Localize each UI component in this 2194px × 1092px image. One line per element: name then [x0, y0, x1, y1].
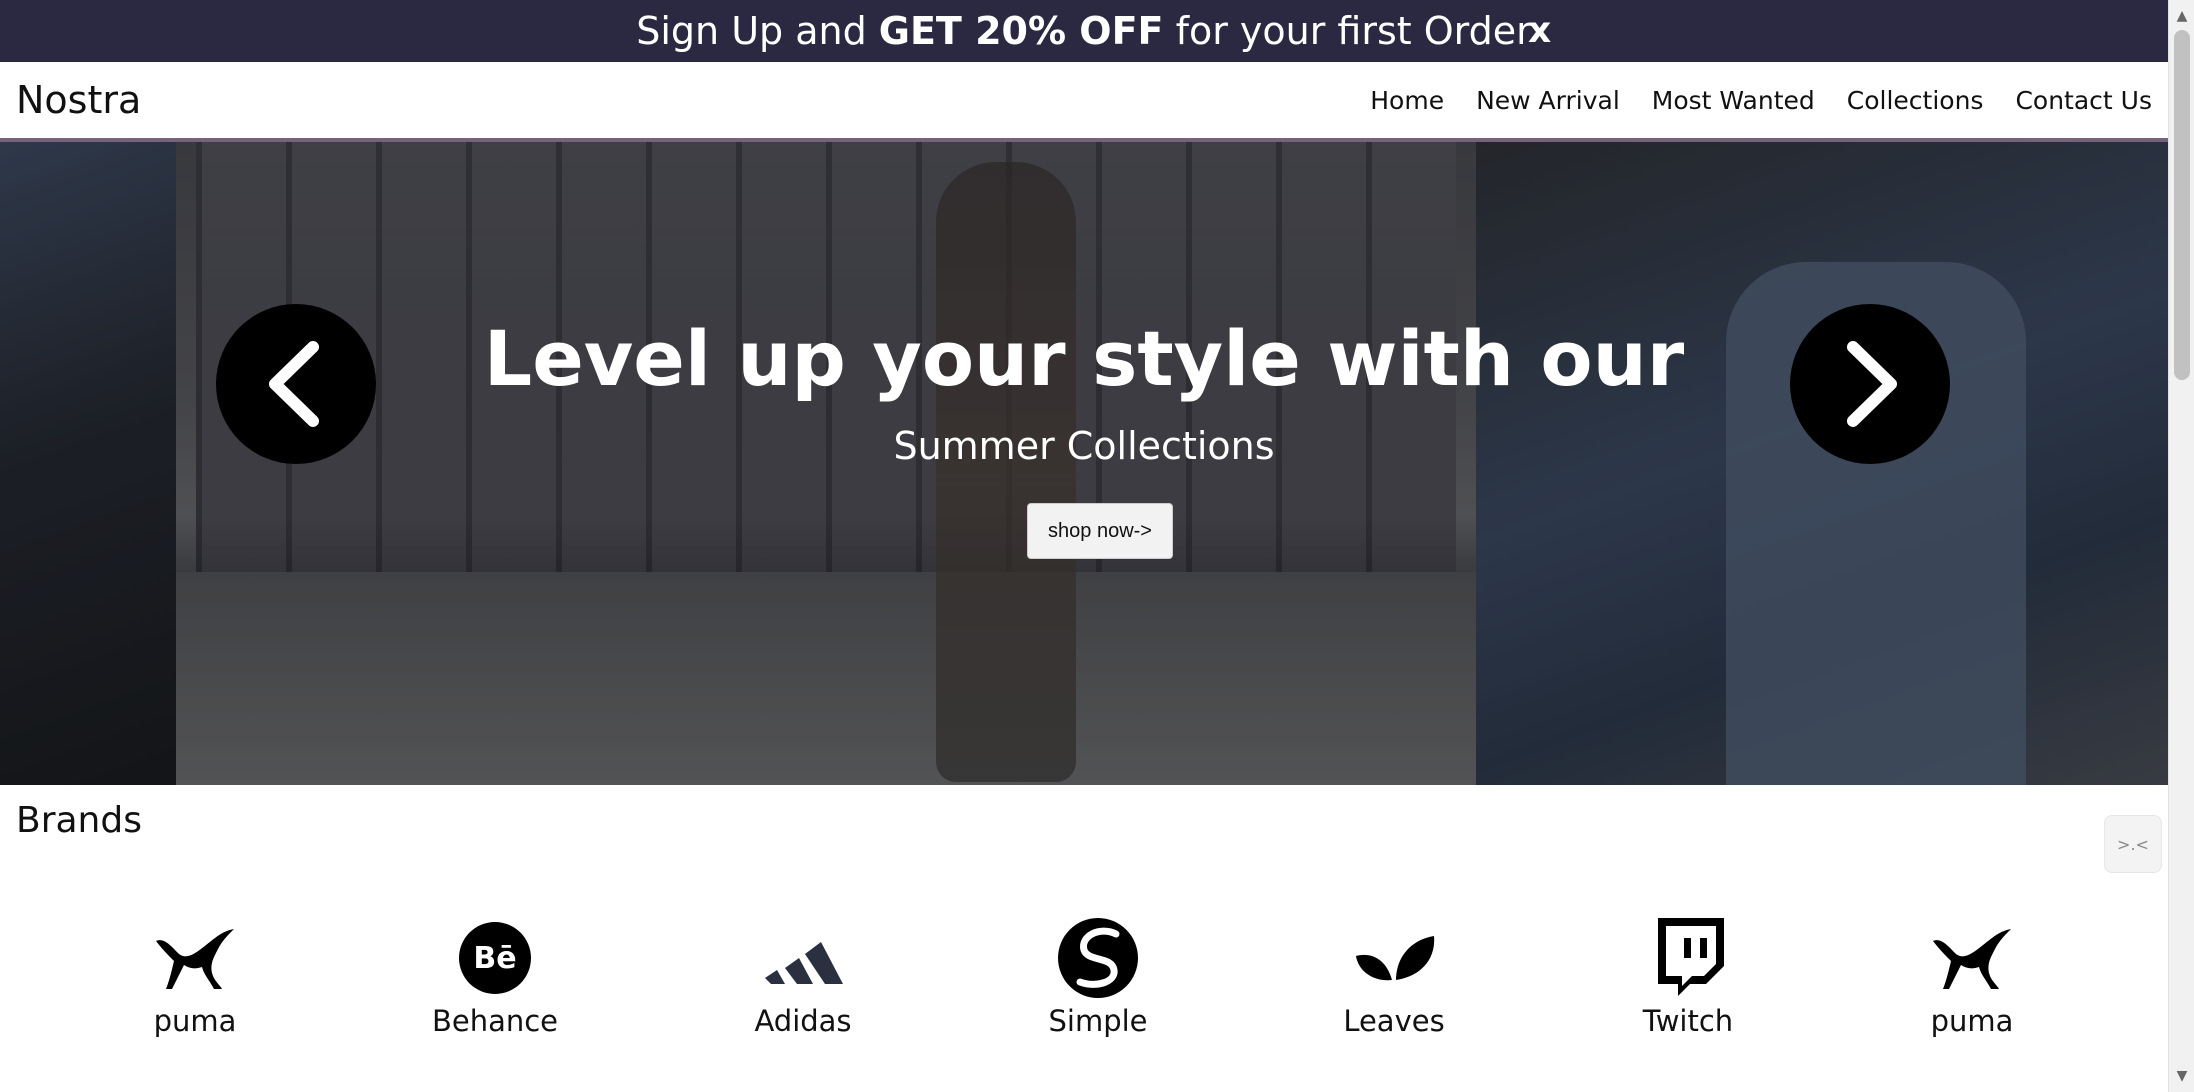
floating-widget-button[interactable]: >.<: [2104, 815, 2162, 873]
simple-icon: [1053, 918, 1143, 998]
brand-item-twitch[interactable]: Twitch: [1588, 918, 1788, 1038]
promo-banner: Sign Up and GET 20% OFF for your first O…: [0, 0, 2168, 62]
leaves-icon: [1349, 918, 1439, 998]
brand-name: Adidas: [754, 1004, 852, 1038]
navbar: Nostra Home New Arrival Most Wanted Coll…: [0, 62, 2168, 142]
scrollbar-thumb[interactable]: [2174, 30, 2190, 380]
brand-name: Simple: [1048, 1004, 1148, 1038]
page-scrollbar[interactable]: ▲ ▼: [2168, 0, 2194, 1092]
puma-icon: [150, 918, 240, 998]
nav-link-home[interactable]: Home: [1370, 86, 1444, 115]
nav-link-contact-us[interactable]: Contact Us: [2015, 86, 2152, 115]
svg-text:Bē: Bē: [473, 941, 516, 976]
twitch-icon: [1643, 918, 1733, 998]
shop-now-button[interactable]: shop now->: [1027, 503, 1173, 559]
nav-menu: Home New Arrival Most Wanted Collections…: [1370, 86, 2152, 115]
scroll-up-arrow-icon[interactable]: ▲: [2169, 4, 2194, 28]
brand-name: Leaves: [1343, 1004, 1445, 1038]
promo-text: Sign Up and GET 20% OFF for your first O…: [636, 9, 1532, 53]
hero-carousel: Level up your style with our Summer Coll…: [0, 142, 2168, 785]
site-logo[interactable]: Nostra: [16, 78, 141, 122]
brands-list: puma Bē Behance Adidas Simple Leaves Twi…: [0, 918, 2168, 1048]
chevron-left-icon: [269, 341, 319, 427]
adidas-icon: [758, 918, 848, 998]
chevron-right-icon: [1847, 341, 1897, 427]
brand-item-simple[interactable]: Simple: [998, 918, 1198, 1038]
scroll-down-arrow-icon[interactable]: ▼: [2169, 1064, 2194, 1088]
brands-heading: Brands: [16, 800, 142, 841]
brand-item-leaves[interactable]: Leaves: [1294, 918, 1494, 1038]
brand-name: Twitch: [1642, 1004, 1734, 1038]
carousel-prev-button[interactable]: [216, 304, 376, 464]
nav-link-collections[interactable]: Collections: [1847, 86, 1984, 115]
brand-item-adidas[interactable]: Adidas: [703, 918, 903, 1038]
carousel-next-button[interactable]: [1790, 304, 1950, 464]
brand-item-puma[interactable]: puma: [95, 918, 295, 1038]
promo-close-button[interactable]: x: [1528, 8, 1551, 54]
nav-link-new-arrival[interactable]: New Arrival: [1476, 86, 1620, 115]
behance-icon: Bē: [450, 918, 540, 998]
brand-name: puma: [1930, 1004, 2014, 1038]
brand-name: Behance: [431, 1004, 559, 1038]
puma-icon: [1927, 918, 2017, 998]
brand-item-behance[interactable]: Bē Behance: [395, 918, 595, 1038]
brand-name: puma: [153, 1004, 237, 1038]
nav-link-most-wanted[interactable]: Most Wanted: [1652, 86, 1815, 115]
brand-item-puma[interactable]: puma: [1872, 918, 2072, 1038]
